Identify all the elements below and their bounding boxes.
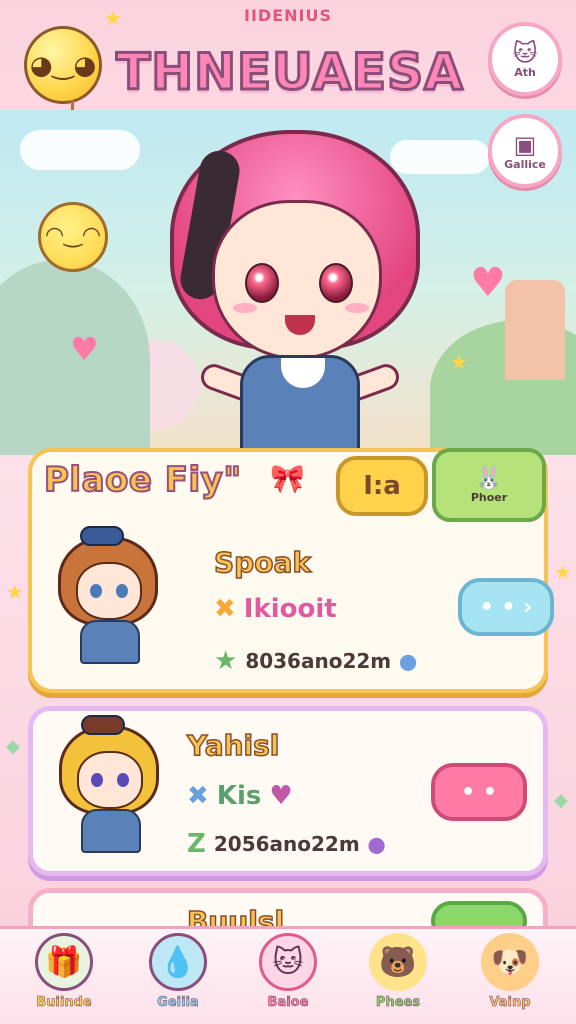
- sun-character-icon: ◠‿◠: [38, 202, 108, 272]
- card-action-button[interactable]: • •: [431, 763, 527, 821]
- nav-label: Phees: [375, 995, 421, 1011]
- gift-icon: 🎁: [35, 933, 93, 991]
- gallery-button[interactable]: ▣ Gallice: [488, 114, 562, 188]
- avatar-face: [77, 751, 143, 809]
- castle: [505, 280, 565, 380]
- avatar-bow: [80, 526, 124, 546]
- profile-button[interactable]: 🐱 Ath: [488, 22, 562, 96]
- info-icon: ⬤: [367, 834, 386, 854]
- hero-body: [240, 355, 360, 455]
- card-stat-line: ✖ Kis ♥: [187, 781, 293, 811]
- card-time-line: ★ 8036ano22m ⬤: [214, 646, 417, 676]
- avatar-eye: [91, 773, 103, 787]
- card-time-text: 8036ano22m: [245, 649, 392, 673]
- cross-icon: ✖: [214, 594, 236, 624]
- hero-eye: [245, 263, 279, 303]
- nav-item[interactable]: 🐻 Phees: [344, 933, 452, 1023]
- avatar: [51, 715, 169, 855]
- avatar-eye: [117, 773, 129, 787]
- app-subtitle: IIDENIUS: [244, 6, 332, 25]
- panel-title: Plaoe Fiy": [43, 459, 242, 501]
- profile-button-label: Ath: [514, 65, 536, 79]
- heart-icon: ♥: [70, 330, 99, 368]
- hero-character: [150, 130, 440, 455]
- avatar-eye: [90, 584, 102, 598]
- cross-icon: ✖: [187, 781, 209, 811]
- nav-label: Vainp: [489, 995, 531, 1011]
- card-action-button[interactable]: • • ›: [458, 578, 554, 636]
- avatar-body: [80, 620, 140, 664]
- avatar-face: [76, 562, 142, 620]
- avatar-eye: [116, 584, 128, 598]
- robot-icon: ▣: [513, 130, 537, 159]
- card-stat-text: Ikiooit: [243, 594, 337, 624]
- cloud: [20, 130, 140, 170]
- nav-label: Geiiia: [157, 995, 199, 1011]
- nav-item[interactable]: 💧 Geiiia: [124, 933, 232, 1023]
- card-stat-text: Kis: [216, 781, 262, 811]
- card-time-line: Z 2056ano22m ⬤: [187, 829, 386, 859]
- hero-face: [212, 200, 382, 360]
- heart-icon: ♥: [269, 781, 293, 811]
- hero-collar: [281, 358, 325, 388]
- hero-blush: [233, 303, 257, 313]
- heart-icon: ♥: [470, 260, 506, 306]
- nav-item[interactable]: 🎁 Buiinde: [10, 933, 118, 1023]
- z-icon: Z: [187, 829, 206, 859]
- smiley-balloon-icon: ◕‿◕: [24, 26, 102, 104]
- bear-icon: 🐻: [369, 933, 427, 991]
- phoer-tag-button[interactable]: 🐰 Phoer: [432, 448, 546, 522]
- star-icon: ★: [554, 560, 572, 584]
- star-icon: ★: [6, 580, 24, 604]
- cat-icon: 🐱: [259, 933, 317, 991]
- nav-item[interactable]: 🐶 Vainp: [456, 933, 564, 1023]
- card-stat-line: ✖ Ikiooit: [214, 594, 337, 624]
- avatar-bow: [81, 715, 125, 735]
- star-icon: ★: [104, 6, 122, 30]
- ribbon-icon: 🎀: [270, 462, 305, 495]
- app-title: THNEUAESA: [115, 42, 465, 103]
- drop-icon: 💧: [149, 933, 207, 991]
- card-name: Spoak: [213, 545, 311, 580]
- star-icon: ★: [214, 646, 238, 676]
- info-icon: ⬤: [399, 651, 418, 671]
- cat-icon: 🐰: [475, 466, 503, 491]
- cat-icon: 🐱: [512, 38, 538, 67]
- filter-pill-button[interactable]: I:a: [336, 456, 428, 516]
- nav-label: Baioe: [267, 995, 309, 1011]
- character-card[interactable]: Spoak ✖ Ikiooit ★ 8036ano22m ⬤ • • ›: [28, 520, 554, 693]
- avatar-body: [81, 809, 141, 853]
- hero-blush: [345, 303, 369, 313]
- star-icon: ★: [450, 350, 468, 374]
- nav-label: Buiinde: [36, 995, 92, 1011]
- gallery-button-label: Gallice: [504, 157, 546, 171]
- card-time-text: 2056ano22m: [213, 832, 360, 856]
- sparkle-icon: ◆: [6, 736, 20, 757]
- bottom-nav: 🎁 Buiinde 💧 Geiiia 🐱 Baioe 🐻 Phees 🐶 Vai…: [0, 926, 576, 1024]
- hero-mouth: [285, 315, 315, 335]
- avatar: [50, 526, 168, 666]
- nav-item[interactable]: 🐱 Baioe: [234, 933, 342, 1023]
- dog-icon: 🐶: [481, 933, 539, 991]
- card-name: Yahisl: [186, 728, 280, 763]
- character-card[interactable]: Yahisl ✖ Kis ♥ Z 2056ano22m ⬤ • •: [28, 706, 548, 876]
- hero-eye: [319, 263, 353, 303]
- sparkle-icon: ◆: [554, 790, 568, 811]
- phoer-tag-label: Phoer: [470, 491, 508, 504]
